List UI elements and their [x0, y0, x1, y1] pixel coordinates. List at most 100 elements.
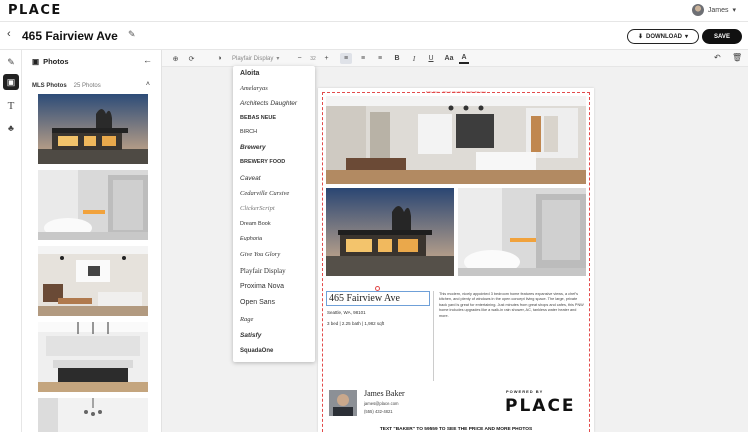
font-option[interactable]: Euphoria	[240, 236, 262, 242]
font-size-decrease[interactable]: −	[295, 53, 304, 64]
kitchen-photo	[38, 322, 148, 392]
font-option[interactable]: BIRCH	[240, 129, 257, 135]
chevron-down-icon: ▾	[276, 56, 280, 62]
font-option[interactable]: Proxima Nova	[240, 283, 284, 290]
save-button[interactable]: SAVE	[702, 29, 742, 44]
font-option[interactable]: Rage	[240, 316, 253, 323]
panel-header: ▣ Photos	[32, 57, 69, 66]
zoom-icon[interactable]: ⊕	[170, 53, 181, 64]
divider	[433, 291, 434, 381]
dining-photo	[38, 398, 148, 432]
stats-text[interactable]: 3 bed | 2.25 bath | 1,982 sqft	[327, 321, 384, 326]
edit-icon[interactable]: ✎	[3, 54, 19, 70]
photo-thumb-kitchen[interactable]	[38, 322, 148, 392]
italic-button[interactable]: I	[409, 53, 419, 64]
flyer-photo-exterior[interactable]	[326, 188, 454, 276]
user-menu[interactable]: James ▾	[691, 4, 736, 16]
city-text[interactable]: Seattle, WA, 98101	[327, 310, 366, 315]
font-option[interactable]: Architects Daughter	[240, 100, 297, 107]
font-family-select[interactable]: Playfair Display ▾	[232, 53, 288, 64]
align-right-icon[interactable]: ≡	[374, 53, 386, 64]
powered-by-label: POWERED BY	[506, 389, 544, 394]
elements-icon[interactable]: ♣	[3, 120, 19, 136]
text-color-button[interactable]: A	[459, 53, 469, 64]
font-option[interactable]: Playfair Display	[240, 267, 286, 275]
photos-panel: ▣ Photos ← MLS Photos 25 Photos ˄	[22, 50, 162, 432]
title-bar: ‹ 465 Fairview Ave ✎ ⬇ DOWNLOAD ▾ SAVE	[0, 22, 748, 50]
exterior-photo	[38, 94, 148, 164]
font-option[interactable]: Aloita	[240, 70, 259, 77]
photo-thumb-living-room[interactable]	[38, 246, 148, 316]
chevron-up-icon: ˄	[145, 81, 150, 88]
exterior-photo	[326, 188, 454, 276]
chevron-down-icon: ▾	[732, 7, 736, 14]
section-header[interactable]: MLS Photos 25 Photos ˄	[32, 79, 156, 93]
photo-thumb-exterior[interactable]	[38, 94, 148, 164]
font-option[interactable]: Dream Book	[240, 221, 271, 227]
text-toolbar: ⊕ ⟳ ◑ Playfair Display ▾ − 32 + ≡ ≡ ≡ B …	[162, 50, 748, 67]
photo-thumb-bathroom[interactable]	[38, 170, 148, 240]
user-name: James	[707, 6, 729, 14]
flyer-photo-bathroom[interactable]	[458, 188, 586, 276]
living-room-photo	[38, 246, 148, 316]
font-option[interactable]: Amelaryas	[240, 85, 268, 92]
refresh-icon[interactable]: ⟳	[186, 53, 197, 64]
font-option[interactable]: Caveat	[240, 175, 261, 182]
font-size-increase[interactable]: +	[322, 53, 331, 64]
font-option[interactable]: Cedarville Cursive	[240, 190, 289, 197]
panel-title: Photos	[43, 57, 69, 66]
collapse-panel-icon[interactable]: ←	[143, 55, 152, 65]
align-left-icon[interactable]: ≡	[340, 53, 352, 64]
font-option[interactable]: Give You Glory	[240, 251, 280, 258]
flyer-photo-main[interactable]	[326, 96, 586, 184]
description-text[interactable]: This modern, nicely appointed 3 bedroom …	[439, 292, 585, 319]
font-family-value: Playfair Display	[232, 55, 274, 62]
download-button[interactable]: ⬇ DOWNLOAD ▾	[627, 29, 699, 44]
font-option[interactable]: BEBAS NEUE	[240, 115, 276, 121]
agent-email[interactable]: james@place.com	[364, 401, 399, 406]
font-option[interactable]: ClickerScript	[240, 205, 275, 212]
text-case-button[interactable]: Aa	[442, 53, 456, 64]
trash-icon[interactable]: 🗑	[732, 53, 742, 62]
align-center-icon[interactable]: ≡	[357, 53, 369, 64]
tool-rail: ✎ ▣ T ♣	[0, 50, 22, 432]
font-option[interactable]: SquadaOne	[240, 348, 273, 354]
download-icon: ⬇	[637, 34, 643, 40]
top-bar: PLACE James ▾	[0, 0, 748, 22]
bathroom-photo	[38, 170, 148, 240]
living-room-photo	[326, 96, 586, 184]
agent-name[interactable]: James Baker	[364, 389, 405, 398]
chevron-down-icon: ▾	[685, 34, 689, 40]
underline-button[interactable]: U	[426, 53, 436, 64]
photo-thumb-dining[interactable]	[38, 398, 148, 432]
agent-avatar[interactable]	[329, 390, 357, 416]
app-logo[interactable]: PLACE	[8, 3, 62, 18]
font-option[interactable]: Satisfy	[240, 332, 261, 339]
agent-phone[interactable]: (555) 432-4821	[364, 409, 393, 414]
powered-by-logo: PLACE	[505, 396, 576, 416]
font-family-dropdown: Aloita Amelaryas Architects Daughter BEB…	[233, 66, 315, 362]
pencil-icon[interactable]: ✎	[128, 29, 136, 40]
section-count: 25 Photos	[73, 83, 101, 89]
cta-text[interactable]: TEXT "BAKER" TO 59559 TO SEE THE PRICE A…	[318, 427, 594, 432]
avatar	[691, 4, 704, 16]
text-icon[interactable]: T	[3, 98, 19, 114]
font-option[interactable]: Brewery	[240, 144, 266, 151]
back-arrow-icon[interactable]: ‹	[7, 28, 11, 40]
download-label: DOWNLOAD	[646, 33, 682, 40]
font-option[interactable]: BREWERY FOOD	[240, 159, 285, 165]
photos-icon[interactable]: ▣	[3, 74, 19, 90]
font-size-value[interactable]: 32	[307, 53, 319, 64]
font-option[interactable]: Open Sans	[240, 299, 275, 306]
contrast-icon[interactable]: ◑	[214, 53, 225, 64]
section-label: MLS Photos	[32, 83, 67, 89]
address-text-box[interactable]: 465 Fairview Ave	[326, 291, 430, 306]
bathroom-photo	[458, 188, 586, 276]
page-title: 465 Fairview Ave	[22, 29, 118, 43]
safe-zone-note: Safe Zone - All text should be inside th…	[425, 90, 487, 94]
flyer-page: Safe Zone - All text should be inside th…	[318, 88, 594, 432]
bold-button[interactable]: B	[392, 53, 402, 64]
photos-icon: ▣	[32, 57, 40, 66]
undo-icon[interactable]: ↶	[714, 53, 721, 62]
agent-photo	[329, 390, 357, 416]
